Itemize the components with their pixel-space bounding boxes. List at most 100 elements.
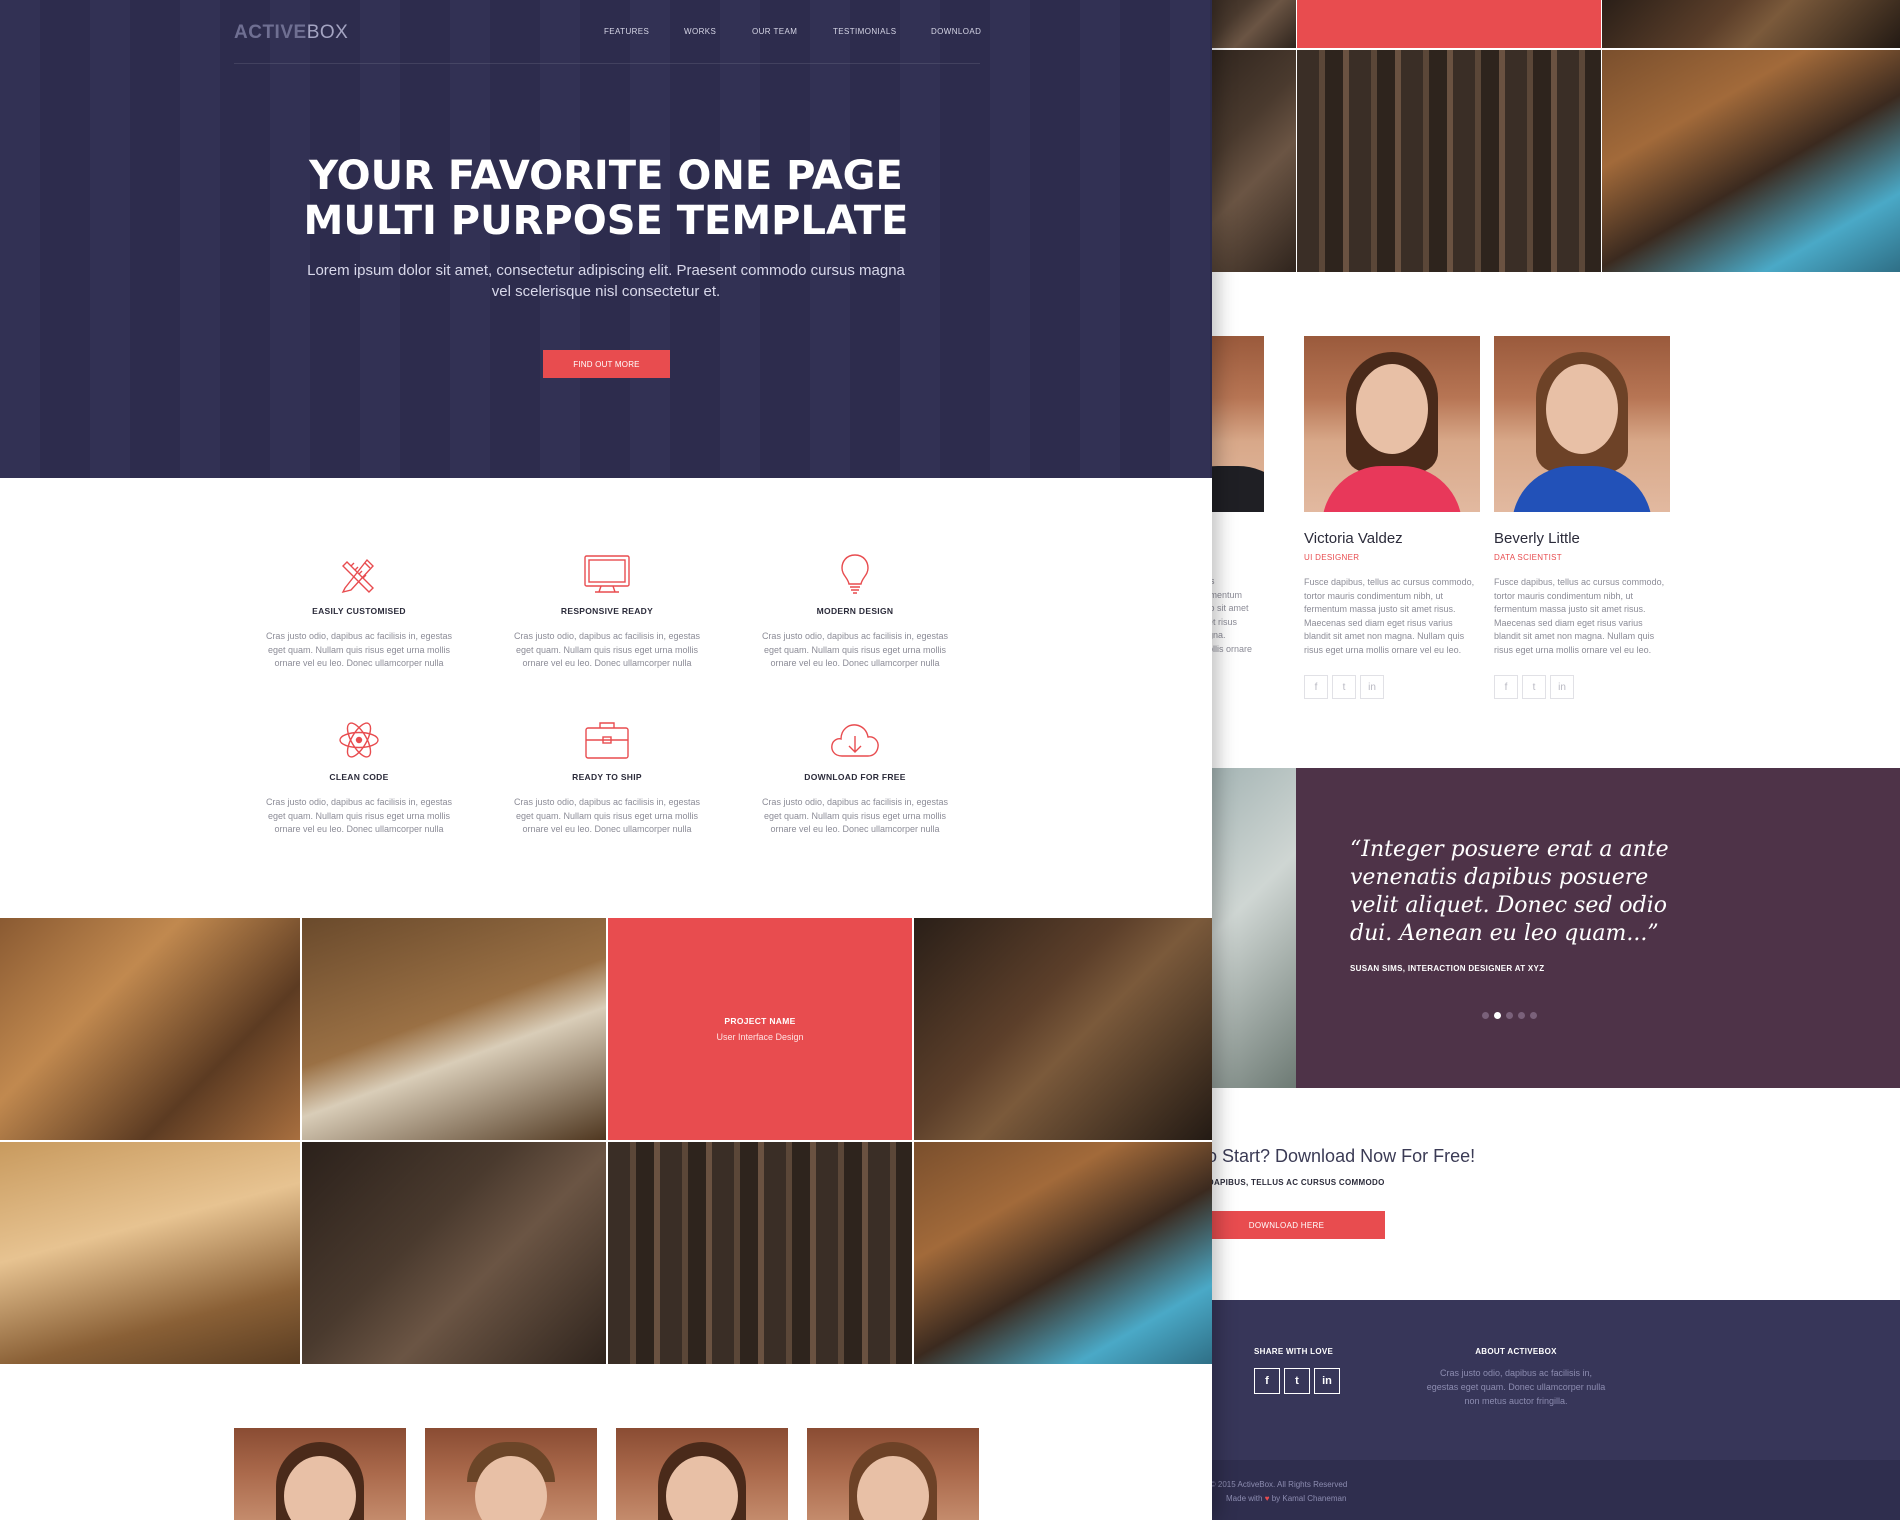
feature-title: EASILY CUSTOMISED [312, 606, 406, 616]
nav-divider [234, 63, 980, 64]
heart-icon: ♥ [1264, 1494, 1270, 1503]
team-bio: Fusce dapibus, tellus ac cursus commodo,… [1494, 577, 1665, 655]
twitter-icon[interactable]: t [1284, 1368, 1310, 1394]
feature-desc: Cras justo odio, dapibus ac facilisis in… [513, 797, 701, 834]
feature-desc: Cras justo odio, dapibus ac facilisis in… [265, 797, 453, 834]
feature-ready-to-ship: READY TO SHIP Cras justo odio, dapibus a… [512, 718, 702, 837]
footer-bottom-bar [1188, 1460, 1900, 1520]
nav-works[interactable]: WORKS [684, 27, 716, 36]
carousel-dot[interactable] [1506, 1012, 1513, 1019]
team-socials: f t in [1494, 675, 1670, 699]
carousel-dot[interactable] [1482, 1012, 1489, 1019]
logo-bold: ACTIVE [234, 22, 307, 43]
atom-icon [339, 722, 379, 758]
team-thumb-2 [425, 1428, 597, 1520]
site-logo[interactable]: ACTIVEBOX [234, 22, 348, 44]
template-preview-upper: ACTIVEBOX FEATURES WORKS OUR TEAM TESTIM… [0, 0, 1212, 1520]
download-button[interactable]: DOWNLOAD HERE [1188, 1211, 1385, 1239]
feature-title: MODERN DESIGN [816, 606, 894, 616]
feature-desc: Cras justo odio, dapibus ac facilisis in… [761, 797, 949, 834]
template-preview-lower: R cursus condimentum a justo sit amet m … [1188, 0, 1900, 1520]
feature-title: READY TO SHIP [572, 772, 642, 782]
footer-about-heading: ABOUT ACTIVEBOX [1475, 1347, 1557, 1356]
carousel-dot[interactable] [1518, 1012, 1525, 1019]
hero-title-line2: MULTI PURPOSE TEMPLATE [303, 198, 909, 244]
work-thumb-typeset[interactable] [608, 1142, 912, 1364]
team-role: UI DESIGNER [1304, 553, 1360, 562]
feature-responsive-ready: RESPONSIVE READY Cras justo odio, dapibu… [512, 552, 702, 671]
work-thumb-tools[interactable] [302, 1142, 606, 1364]
feature-easily-customised: EASILY CUSTOMISED Cras justo odio, dapib… [264, 552, 454, 671]
carousel-dot-active[interactable] [1494, 1012, 1501, 1019]
feature-modern-design: MODERN DESIGN Cras justo odio, dapibus a… [760, 552, 950, 671]
team-card-victoria: Victoria Valdez UI DESIGNER Fusce dapibu… [1304, 336, 1480, 699]
made-suffix: by Kamal Chaneman [1271, 1494, 1347, 1503]
nav-our-team[interactable]: OUR TEAM [752, 27, 797, 36]
project-name: PROJECT NAME [724, 1016, 796, 1026]
linkedin-icon[interactable]: in [1360, 675, 1384, 699]
mockup-stage: R cursus condimentum a justo sit amet m … [0, 0, 1900, 1520]
facebook-icon[interactable]: f [1494, 675, 1518, 699]
nav-download[interactable]: DOWNLOAD [931, 27, 981, 36]
linkedin-icon[interactable]: in [1550, 675, 1574, 699]
cta-title: y to Start? Download Now For Free! [1188, 1146, 1476, 1166]
feature-clean-code: CLEAN CODE Cras justo odio, dapibus ac f… [264, 718, 454, 837]
work-thumb-kitchen[interactable] [914, 918, 1212, 1140]
feature-desc: Cras justo odio, dapibus ac facilisis in… [761, 631, 949, 668]
carousel-dot[interactable] [1530, 1012, 1537, 1019]
feature-title: RESPONSIVE READY [560, 606, 654, 616]
testimonial-quote: “Integer posuere erat a ante venenatis d… [1350, 837, 1669, 946]
feature-title: CLEAN CODE [329, 772, 389, 782]
testimonial-section: “Integer posuere erat a ante venenatis d… [1296, 768, 1900, 1088]
cloud-download-icon [831, 724, 879, 757]
footer-socials: f t in [1254, 1368, 1340, 1394]
feature-title: DOWNLOAD FOR FREE [804, 772, 906, 782]
team-name: Beverly Little [1494, 530, 1580, 547]
team-card-beverly: Beverly Little DATA SCIENTIST Fusce dapi… [1494, 336, 1670, 699]
nav-features[interactable]: FEATURES [604, 27, 649, 36]
work-thumb-red[interactable] [1297, 0, 1601, 48]
team-name: Victoria Valdez [1304, 530, 1403, 547]
project-category: User Interface Design [716, 1032, 804, 1042]
lightbulb-icon [841, 554, 869, 594]
portrait-photo [1494, 336, 1670, 512]
hero-title-line1: YOUR FAVORITE ONE PAGE [309, 153, 903, 199]
linkedin-icon[interactable]: in [1314, 1368, 1340, 1394]
team-thumb-1 [234, 1428, 406, 1520]
hero-title: YOUR FAVORITE ONE PAGE MULTI PURPOSE TEM… [0, 154, 1212, 244]
cta-subtitle: SCE DAPIBUS, TELLUS AC CURSUS COMMODO [1188, 1178, 1385, 1187]
work-thumb-typeset[interactable] [1297, 50, 1601, 272]
team-thumb-3 [616, 1428, 788, 1520]
footer-about-text: Cras justo odio, dapibus ac facilisis in… [1426, 1368, 1606, 1406]
carousel-dots [1482, 1012, 1537, 1019]
team-bio: Fusce dapibus, tellus ac cursus commodo,… [1304, 577, 1475, 655]
briefcase-icon [585, 722, 629, 759]
made-with-text: Made with ♥ by Kamal Chaneman [1226, 1494, 1346, 1503]
nav-testimonials[interactable]: TESTIMONIALS [833, 27, 896, 36]
facebook-icon[interactable]: f [1304, 675, 1328, 699]
work-thumb-notebook[interactable] [302, 918, 606, 1140]
made-prefix: Made with [1226, 1494, 1263, 1503]
feature-desc: Cras justo odio, dapibus ac facilisis in… [265, 631, 453, 668]
work-thumb-pencils[interactable] [0, 1142, 300, 1364]
feature-desc: Cras justo odio, dapibus ac facilisis in… [513, 631, 701, 668]
facebook-icon[interactable]: f [1254, 1368, 1280, 1394]
portrait-photo [1304, 336, 1480, 512]
work-thumb-food[interactable] [914, 1142, 1212, 1364]
work-thumb-herbs[interactable] [1602, 0, 1900, 48]
team-role: DATA SCIENTIST [1494, 553, 1562, 562]
logo-light: BOX [306, 22, 349, 43]
twitter-icon[interactable]: t [1522, 675, 1546, 699]
twitter-icon[interactable]: t [1332, 675, 1356, 699]
feature-download-for-free: DOWNLOAD FOR FREE Cras justo odio, dapib… [760, 718, 950, 837]
hero-section: ACTIVEBOX FEATURES WORKS OUR TEAM TESTIM… [0, 0, 1212, 478]
monitor-icon [584, 555, 630, 593]
work-thumb-desk[interactable] [0, 918, 300, 1140]
work-thumb-food[interactable] [1602, 50, 1900, 272]
pencil-ruler-icon [341, 558, 374, 594]
hero-lead: Lorem ipsum dolor sit amet, consectetur … [307, 262, 905, 300]
team-thumb-4 [807, 1428, 979, 1520]
team-socials: f t in [1304, 675, 1480, 699]
find-out-more-button[interactable]: FIND OUT MORE [543, 350, 670, 378]
work-thumb-hover[interactable]: PROJECT NAME User Interface Design [608, 918, 912, 1140]
